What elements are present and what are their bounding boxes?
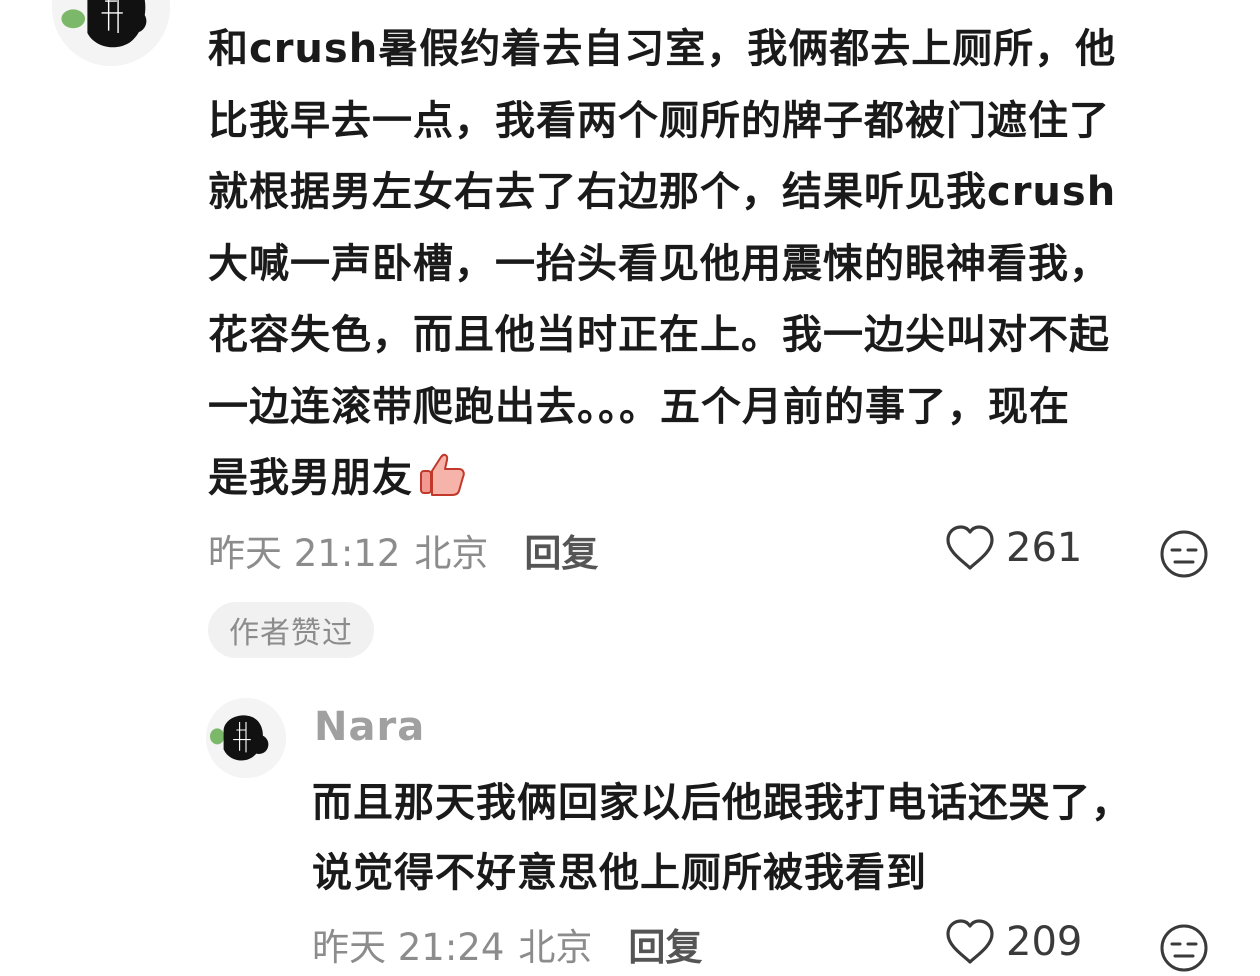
reply-line: 说觉得不好意思他上厕所被我看到 [312, 850, 927, 896]
comment-line-last: 是我男朋友 [208, 443, 1208, 515]
reply-button[interactable]: 回复 [524, 523, 598, 577]
comment-line-text: 是我男朋友 [208, 455, 413, 501]
reply-avatar[interactable] [206, 698, 286, 778]
heart-icon [946, 919, 994, 964]
like-button[interactable]: 261 [944, 524, 1082, 572]
comment-line: 比我早去一点，我看两个厕所的牌子都被门遮住了 [208, 97, 1110, 144]
commenter-avatar[interactable] [52, 0, 170, 66]
comment-line: 就根据男左女右去了右边那个，结果听见我crush [208, 169, 1117, 215]
panda-avatar-icon [52, 0, 170, 66]
panda-avatar-icon [206, 698, 286, 778]
like-count: 261 [1006, 525, 1083, 571]
comment-line: 一边连滚带爬跑出去。。。五个月前的事了，现在 [208, 383, 1070, 430]
reply-line: 而且那天我俩回家以后他跟我打电话还哭了， [312, 780, 1132, 826]
reply-button[interactable]: 回复 [628, 917, 702, 971]
heart-icon [946, 525, 994, 570]
comment-line: 和crush暑假约着去自习室，我俩都去上厕所，他 [208, 26, 1117, 72]
like-count: 209 [1006, 919, 1083, 965]
timestamp: 昨天 21:12 [208, 532, 401, 575]
dislike-face-icon[interactable] [1158, 922, 1210, 974]
reply-meta: 昨天 21:24 北京 回复 [312, 914, 702, 974]
like-button[interactable]: 209 [944, 918, 1082, 966]
reply-body: 而且那天我俩回家以后他跟我打电话还哭了， 说觉得不好意思他上厕所被我看到 [312, 768, 1212, 908]
comment-meta: 昨天 21:12 北京 回复 [208, 520, 598, 580]
location: 北京 [518, 926, 593, 969]
comment-line: 大喊一声卧槽，一抬头看见他用震悚的眼神看我， [208, 240, 1110, 287]
location: 北京 [414, 532, 489, 575]
timestamp: 昨天 21:24 [312, 926, 505, 969]
comment-body: 和crush暑假约着去自习室，我俩都去上厕所，他 比我早去一点，我看两个厕所的牌… [208, 14, 1208, 515]
author-liked-badge: 作者赞过 [208, 602, 374, 658]
comment-thread: 和crush暑假约着去自习室，我俩都去上厕所，他 比我早去一点，我看两个厕所的牌… [0, 0, 1260, 976]
comment-line: 花容失色，而且他当时正在上。我一边尖叫对不起 [208, 312, 1110, 358]
dislike-face-icon[interactable] [1158, 528, 1210, 580]
thumbs-up-icon [420, 453, 465, 496]
reply-username[interactable]: Nara [314, 704, 425, 750]
